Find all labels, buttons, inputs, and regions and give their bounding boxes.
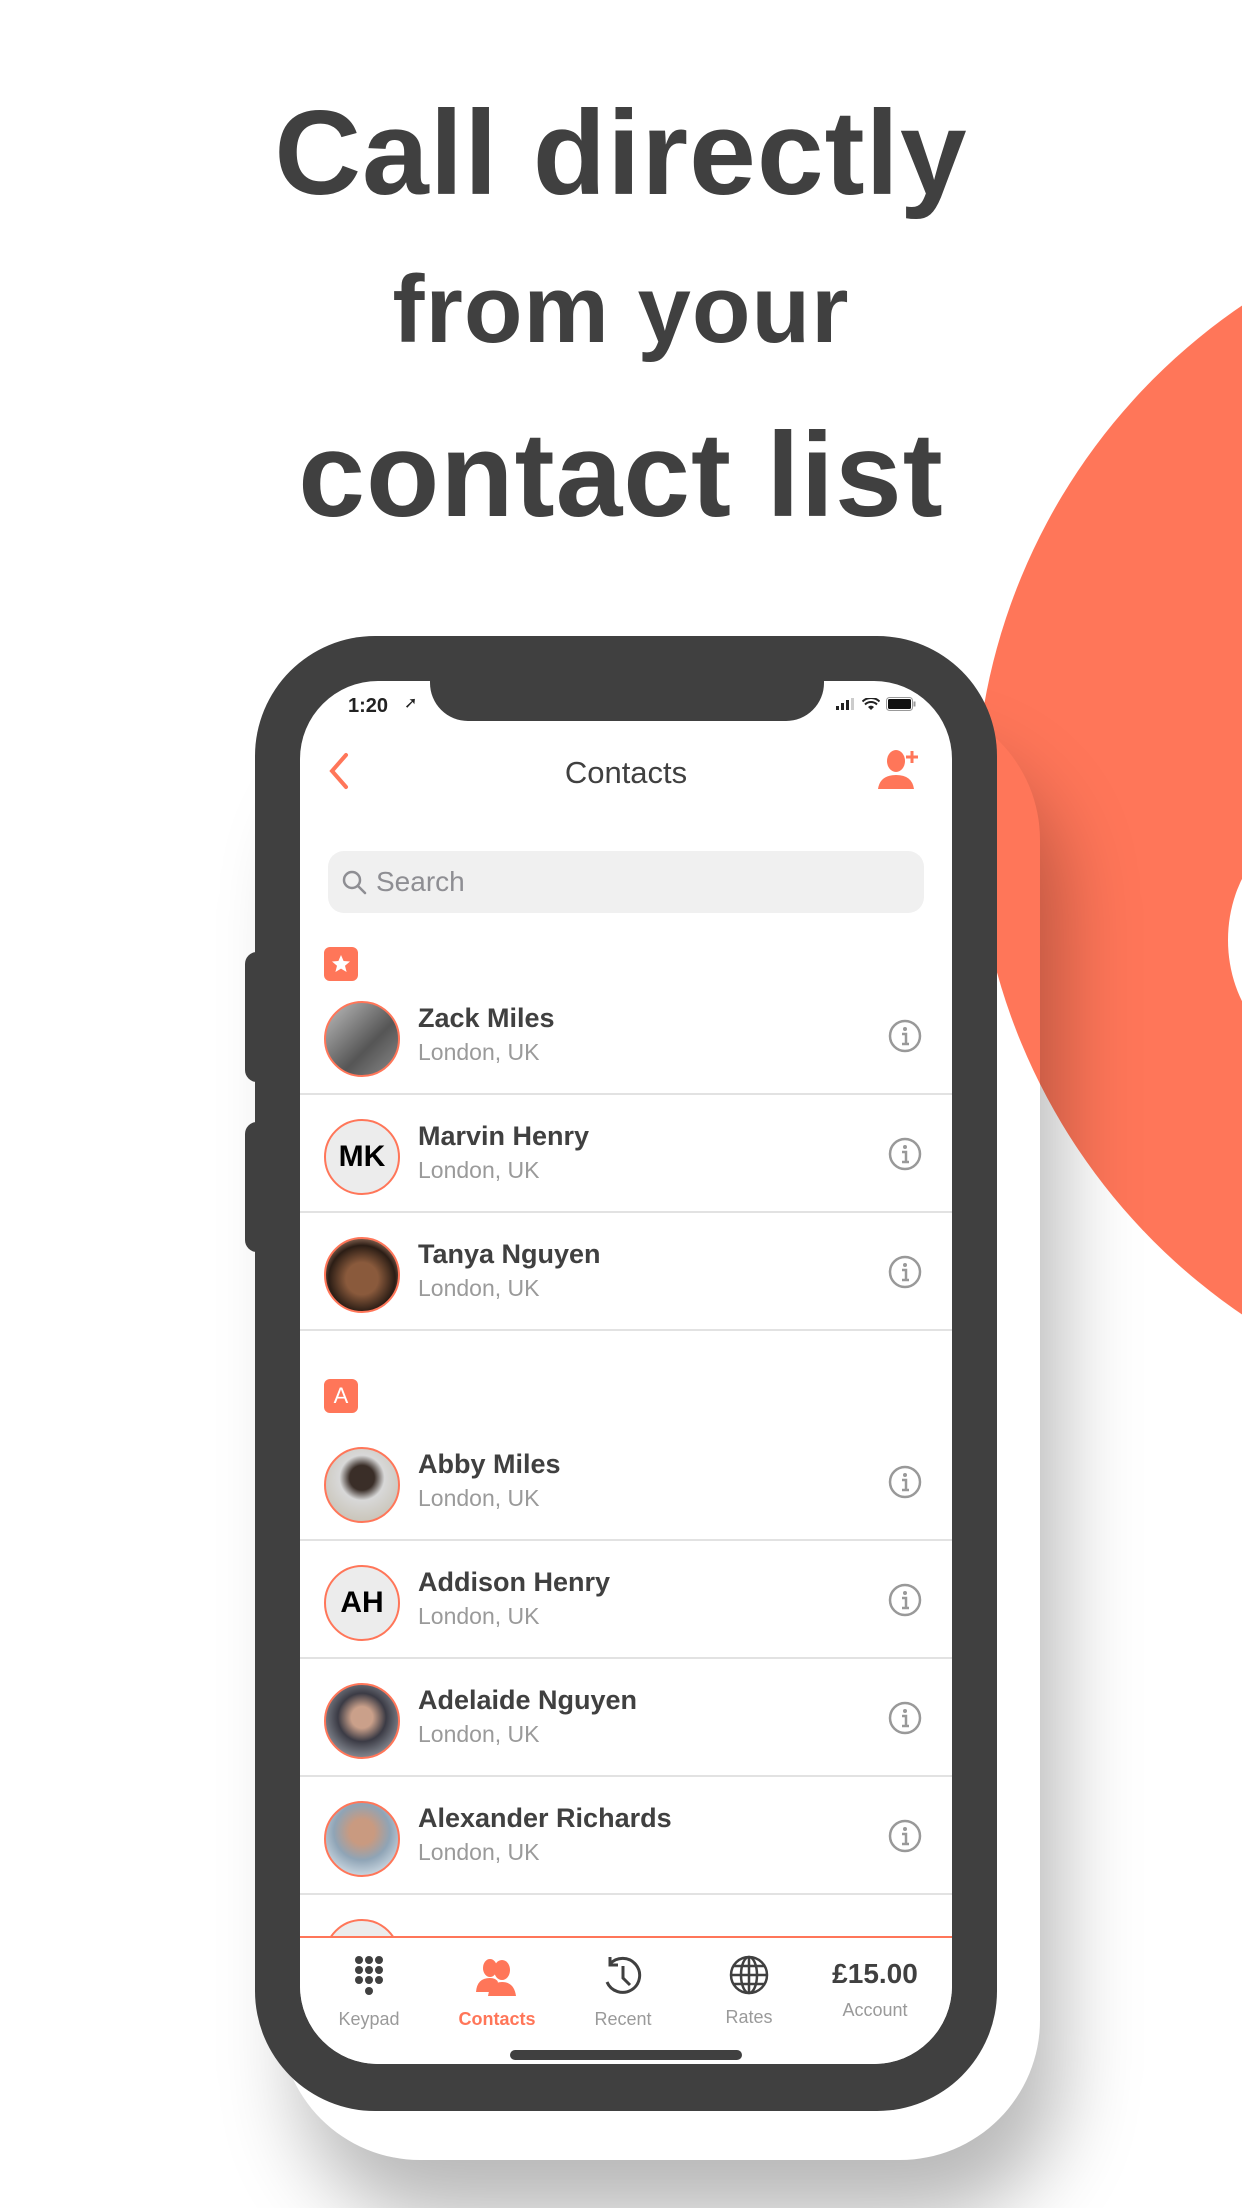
contact-row[interactable]: Tanya Nguyen London, UK (300, 1211, 952, 1331)
headline-line-3: contact list (298, 408, 944, 542)
contact-name: Tanya Nguyen (418, 1239, 601, 1269)
avatar: AH (324, 1565, 400, 1641)
avatar (324, 1447, 400, 1523)
wifi-icon (862, 697, 880, 710)
signal-icon (836, 698, 854, 710)
contact-row[interactable]: Abby Miles London, UK (300, 1421, 952, 1541)
avatar (324, 1237, 400, 1313)
contact-row[interactable]: Alexander Richards London, UK (300, 1775, 952, 1895)
tab-account[interactable]: £15.00 Account (815, 1954, 935, 2021)
contact-location: London, UK (418, 1721, 540, 1747)
avatar: MK (324, 1119, 400, 1195)
phone-notch (430, 681, 824, 721)
headline-line-1: Call directly (274, 86, 968, 220)
avatar (324, 1683, 400, 1759)
status-time: 1:20 (348, 695, 389, 717)
tab-contacts[interactable]: Contacts (437, 1954, 557, 2030)
info-icon[interactable] (888, 1137, 922, 1171)
tab-label: Contacts (458, 2009, 536, 2029)
tab-recent[interactable]: Recent (563, 1954, 683, 2030)
contacts-icon (476, 1959, 516, 1996)
tab-label: Rates (725, 2007, 773, 2027)
tab-label: Keypad (338, 2009, 400, 2029)
phone-screen: 1:20 ➚ Contacts Search Zack Miles London… (300, 681, 952, 2064)
section-badge-a: A (324, 1379, 358, 1413)
search-placeholder: Search (376, 866, 465, 897)
info-icon[interactable] (888, 1819, 922, 1853)
search-input[interactable]: Search (328, 851, 924, 913)
star-icon (332, 955, 350, 972)
contact-name: Zack Miles (418, 1003, 555, 1033)
contact-location: London, UK (418, 1275, 540, 1301)
home-indicator[interactable] (510, 2050, 742, 2060)
tab-bar: Keypad Contacts Recent Rates £15.00 Acco… (300, 1936, 952, 2064)
tab-rates[interactable]: Rates (689, 1954, 809, 2028)
avatar (324, 1001, 400, 1077)
contact-row[interactable]: Zack Miles London, UK (300, 975, 952, 1095)
contact-name: Abby Miles (418, 1449, 561, 1479)
contact-location: London, UK (418, 1485, 540, 1511)
info-icon[interactable] (888, 1019, 922, 1053)
contact-location: London, UK (418, 1839, 540, 1865)
contact-name: Adelaide Nguyen (418, 1685, 638, 1715)
battery-icon (886, 697, 916, 711)
contact-location: London, UK (418, 1157, 540, 1183)
contact-row[interactable]: Adelaide Nguyen London, UK (300, 1657, 952, 1777)
keypad-icon (355, 1956, 383, 1995)
location-arrow-icon: ➚ (404, 695, 418, 712)
page-title: Contacts (564, 755, 688, 790)
tab-keypad[interactable]: Keypad (309, 1954, 429, 2030)
status-indicators (836, 697, 916, 711)
avatar (324, 1801, 400, 1877)
contact-name: Marvin Henry (418, 1121, 590, 1151)
contact-row[interactable]: AH Addison Henry London, UK (300, 1539, 952, 1659)
add-contact-icon (878, 750, 918, 789)
contact-location: London, UK (418, 1039, 540, 1065)
globe-icon (729, 1955, 769, 1995)
info-icon[interactable] (888, 1583, 922, 1617)
tab-label: Account (842, 2000, 908, 2020)
search-icon (342, 870, 367, 895)
add-contact-button[interactable] (876, 747, 926, 793)
headline-line-2: from your (392, 256, 850, 363)
account-balance: £15.00 (832, 1958, 918, 1989)
info-icon[interactable] (888, 1465, 922, 1499)
info-icon[interactable] (888, 1255, 922, 1289)
info-icon[interactable] (888, 1701, 922, 1735)
contact-location: London, UK (418, 1603, 540, 1629)
history-icon (605, 1956, 642, 1994)
contact-name: Addison Henry (418, 1567, 611, 1597)
contact-name: Alexander Richards (418, 1803, 672, 1833)
contact-row[interactable]: MK Marvin Henry London, UK (300, 1093, 952, 1213)
tab-label: Recent (594, 2009, 652, 2029)
